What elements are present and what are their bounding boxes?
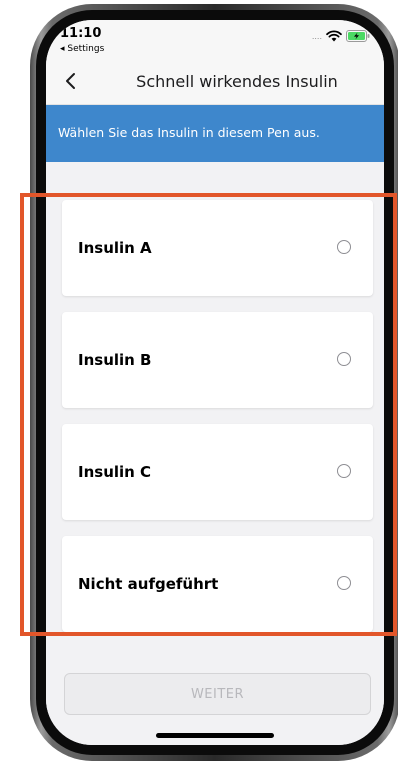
status-icons: .... [312, 30, 370, 42]
battery-charging-icon [346, 30, 370, 42]
status-bar: 11:10 ◂ Settings .... [46, 20, 384, 60]
radio-button[interactable] [337, 576, 351, 590]
navigation-bar: Schnell wirkendes Insulin [46, 60, 384, 105]
option-label: Insulin C [78, 463, 152, 481]
option-insulin-a[interactable]: Insulin A [62, 200, 373, 296]
option-label: Insulin A [78, 239, 152, 257]
phone-screen: 11:10 ◂ Settings .... Schnell wirkendes … [46, 20, 384, 745]
radio-button[interactable] [337, 352, 351, 366]
option-insulin-b[interactable]: Insulin B [62, 312, 373, 408]
signal-icon: .... [311, 31, 322, 41]
stage: 11:10 ◂ Settings .... Schnell wirkendes … [0, 0, 398, 763]
option-insulin-c[interactable]: Insulin C [62, 424, 373, 520]
instruction-banner: Wählen Sie das Insulin in diesem Pen aus… [46, 105, 384, 162]
home-indicator[interactable] [156, 733, 274, 738]
chevron-left-icon[interactable] [60, 68, 84, 94]
back-to-settings-link[interactable]: ◂ Settings [60, 44, 104, 54]
option-label: Nicht aufgeführt [78, 575, 219, 593]
footer: WEITER [46, 648, 384, 745]
status-time: 11:10 [60, 26, 102, 41]
radio-button[interactable] [337, 464, 351, 478]
option-nicht-aufgefuehrt[interactable]: Nicht aufgeführt [62, 536, 373, 632]
instruction-text: Wählen Sie das Insulin in diesem Pen aus… [58, 125, 320, 140]
weiter-button[interactable]: WEITER [64, 673, 371, 715]
wifi-icon [326, 30, 342, 42]
option-label: Insulin B [78, 351, 152, 369]
radio-button[interactable] [337, 240, 351, 254]
page-title: Schnell wirkendes Insulin [136, 72, 338, 91]
